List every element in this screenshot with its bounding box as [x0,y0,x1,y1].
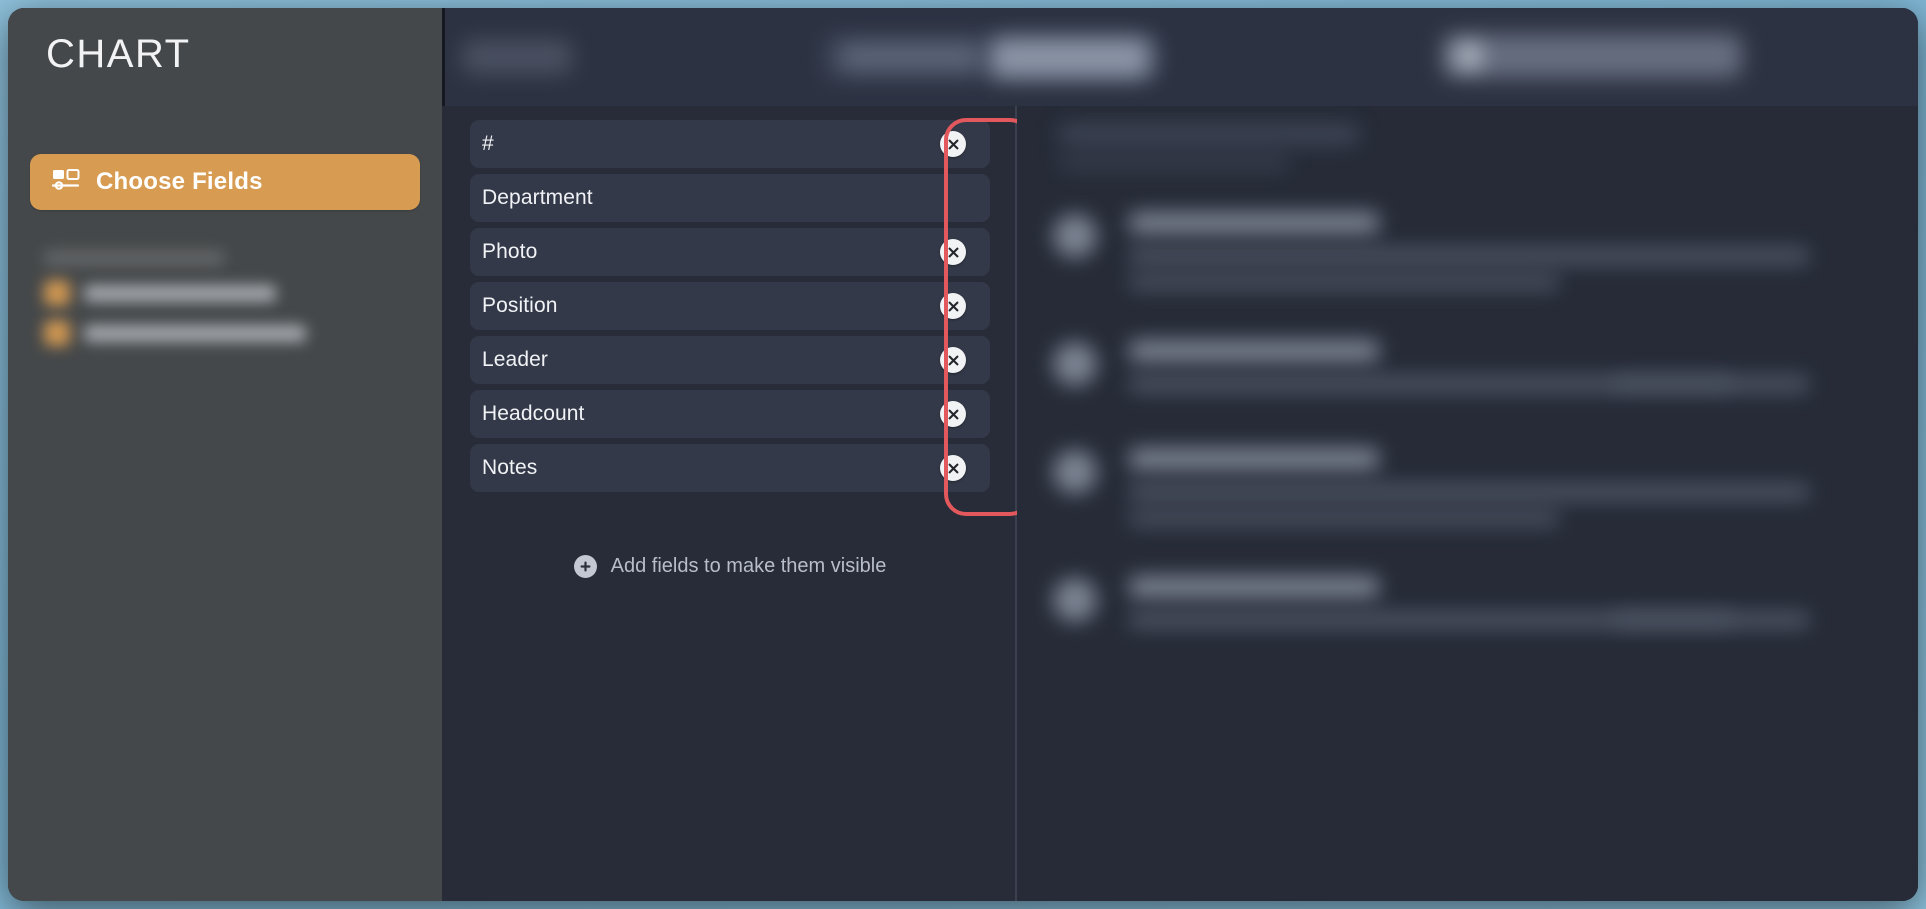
preview-card[interactable] [1053,436,1893,564]
sidebar-item-label [84,324,306,342]
segment-option-2-selected[interactable] [990,38,1150,78]
field-row-department[interactable]: Department [470,174,990,222]
add-fields-button[interactable]: Add fields to make them visible [470,546,990,586]
remove-field-button[interactable] [940,293,966,319]
orange-square-icon [44,280,70,306]
back-button[interactable] [462,40,572,74]
preview-card-title [1129,212,1379,234]
preview-card[interactable] [1053,564,1893,692]
toolbar-action-icon [1456,44,1482,68]
avatar [1053,342,1097,386]
avatar [1053,214,1097,258]
avatar [1053,450,1097,494]
field-list: # Department Photo Position Leader Headc… [470,120,990,498]
sidebar-item-1[interactable] [44,280,442,306]
choose-fields-label: Choose Fields [96,168,263,195]
remove-field-button[interactable] [940,131,966,157]
field-label: Photo [482,240,538,263]
field-label: Headcount [482,402,585,425]
preview-card-body [1129,484,1809,500]
page-title: CHART [46,32,191,76]
main-area: # Department Photo Position Leader Headc… [442,8,1918,901]
field-row-notes[interactable]: Notes [470,444,990,492]
field-chooser-panel: # Department Photo Position Leader Headc… [442,106,1032,901]
preview-card-meta [1613,376,1733,390]
add-fields-label: Add fields to make them visible [610,554,887,577]
remove-field-button[interactable] [940,347,966,373]
field-row-number[interactable]: # [470,120,990,168]
field-label: Leader [482,348,548,371]
sidebar-item-2[interactable] [44,320,442,346]
remove-field-button[interactable] [940,401,966,427]
remove-field-button[interactable] [940,455,966,481]
preview-header [1059,124,1359,144]
field-row-position[interactable]: Position [470,282,990,330]
preview-subheader [1059,154,1289,170]
field-label: Position [482,294,558,317]
field-label: Department [482,186,593,209]
sidebar-section-header [44,250,224,266]
app-window: CHART Choose Fields # Department Photo P… [8,8,1918,901]
plus-circle-icon [573,554,597,578]
desktop-background: CHART Choose Fields # Department Photo P… [0,0,1926,909]
preview-card-meta [1613,612,1733,626]
field-label: # [482,132,494,155]
preview-card[interactable] [1053,200,1893,328]
sidebar-secondary-list [8,230,442,346]
preview-card-title [1129,576,1379,598]
preview-card-body [1129,248,1809,264]
segment-option-1[interactable] [840,44,980,70]
sidebar: CHART Choose Fields [8,8,442,901]
remove-field-button[interactable] [940,239,966,265]
field-label: Notes [482,456,538,479]
sidebar-item-label [84,284,276,302]
toolbar-action-button[interactable] [1442,34,1742,78]
orange-square-icon [44,320,70,346]
layout-fields-icon [51,168,80,197]
field-row-headcount[interactable]: Headcount [470,390,990,438]
avatar [1053,578,1097,622]
record-preview-panel [1017,106,1918,901]
top-toolbar [442,8,1918,108]
preview-card-body [1129,274,1559,290]
field-row-leader[interactable]: Leader [470,336,990,384]
preview-card-title [1129,448,1379,470]
preview-card-title [1129,340,1379,362]
field-row-photo[interactable]: Photo [470,228,990,276]
choose-fields-button[interactable]: Choose Fields [30,154,420,210]
preview-card-body [1129,510,1559,526]
